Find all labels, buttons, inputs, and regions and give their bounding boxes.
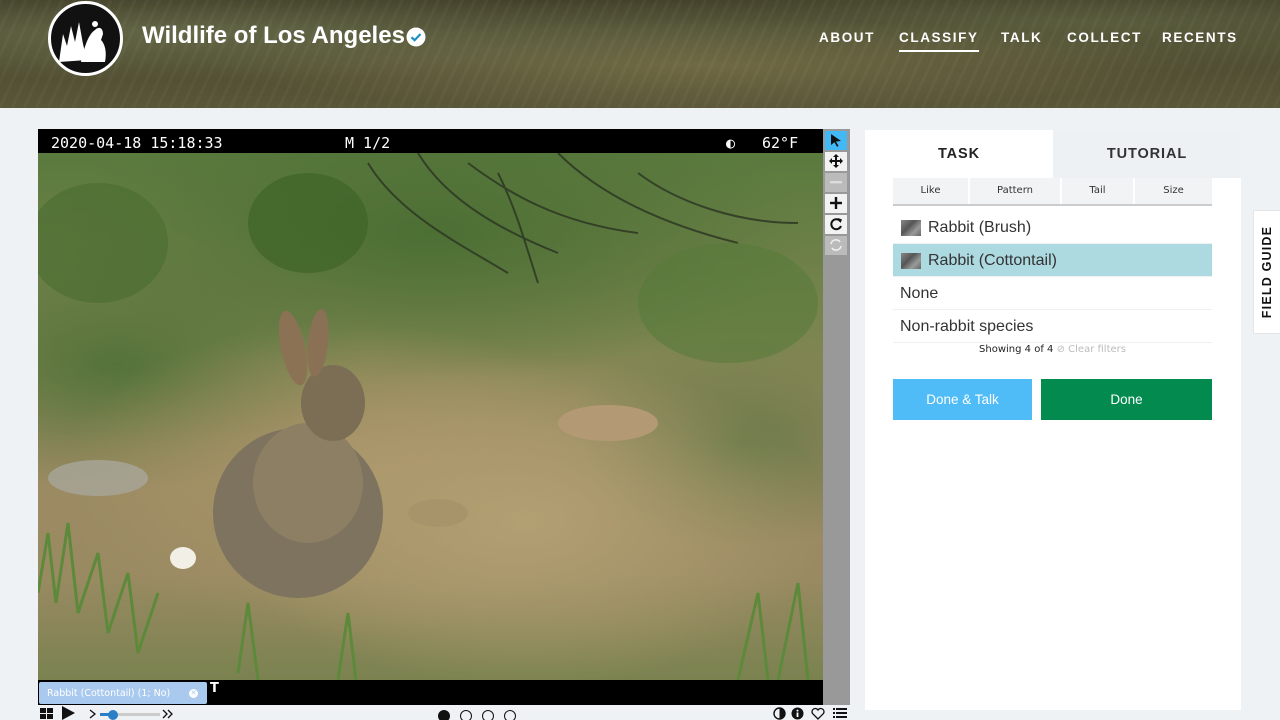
contrast-icon[interactable] — [773, 707, 786, 720]
nav-classify[interactable]: CLASSIFY — [899, 30, 979, 52]
frame-dot-1[interactable] — [438, 710, 450, 720]
list-icon[interactable] — [833, 707, 847, 720]
site-header: Wildlife of Los Angeles ABOUT CLASSIFY T… — [0, 0, 1280, 108]
reset-button[interactable] — [825, 236, 847, 255]
done-and-talk-button[interactable]: Done & Talk — [893, 379, 1032, 420]
pointer-tool-button[interactable] — [825, 131, 847, 150]
results-count: Showing 4 of 4 ⊘ Clear filters — [893, 344, 1212, 355]
close-icon[interactable]: ✕ — [189, 689, 198, 698]
move-tool-button[interactable] — [825, 152, 847, 171]
choice-label: Rabbit (Brush) — [928, 219, 1032, 236]
subject-viewer[interactable]: 2020-04-18 15:18:33 M 1/2 ◐ 62°F T — [38, 129, 823, 705]
ban-icon: ⊘ — [1056, 344, 1065, 355]
speed-slider[interactable] — [100, 710, 160, 720]
choice-label: Non-rabbit species — [900, 318, 1034, 335]
reset-icon — [830, 239, 842, 251]
showing-text: Showing 4 of 4 — [979, 344, 1054, 355]
main-nav: ABOUT CLASSIFY TALK COLLECT RECENTS — [0, 30, 1280, 60]
nav-collect[interactable]: COLLECT — [1067, 30, 1142, 45]
grid-icon[interactable] — [40, 708, 54, 720]
camera-info-bar: 2020-04-18 15:18:33 M 1/2 ◐ 62°F — [38, 129, 823, 153]
temperature: 62°F — [762, 134, 799, 152]
nav-recents[interactable]: RECENTS — [1162, 30, 1238, 45]
nav-talk[interactable]: TALK — [1001, 30, 1042, 45]
camera-trap-photo[interactable] — [38, 152, 823, 681]
move-icon — [829, 154, 843, 168]
timestamp: 2020-04-18 15:18:33 — [51, 134, 223, 152]
marked-subject-tag[interactable]: Rabbit (Cottontail) (1; No) ✕ — [39, 682, 207, 704]
speed-up-icon[interactable] — [162, 709, 174, 719]
clear-filters-link[interactable]: ⊘ Clear filters — [1057, 344, 1126, 355]
filter-size-button[interactable]: Size — [1135, 178, 1212, 204]
done-button[interactable]: Done — [1041, 379, 1212, 420]
speed-down-icon[interactable] — [88, 709, 98, 719]
frame-dot-2[interactable] — [460, 710, 472, 720]
zoom-in-button[interactable] — [825, 194, 847, 213]
slider-handle[interactable] — [108, 710, 118, 720]
choice-rabbit-cottontail[interactable]: Rabbit (Cottontail) — [893, 244, 1212, 277]
rotate-icon — [830, 218, 842, 231]
choice-thumbnail — [901, 253, 921, 269]
filter-pattern-button[interactable]: Pattern — [970, 178, 1062, 204]
frame-counter: M 1/2 — [345, 134, 391, 152]
viewer-controls — [38, 705, 850, 720]
choice-non-rabbit[interactable]: Non-rabbit species — [893, 310, 1212, 343]
choice-none[interactable]: None — [893, 277, 1212, 310]
task-panel: TASK TUTORIAL Like Pattern Tail Size Rab… — [865, 130, 1241, 710]
frame-dot-3[interactable] — [482, 710, 494, 720]
choice-rabbit-brush[interactable]: Rabbit (Brush) — [893, 211, 1212, 244]
choice-label: None — [900, 285, 939, 302]
nav-about[interactable]: ABOUT — [819, 30, 875, 45]
tab-tutorial[interactable]: TUTORIAL — [1053, 130, 1241, 178]
zoom-out-button[interactable] — [825, 173, 847, 192]
choice-thumbnail — [901, 220, 921, 236]
image-toolbar — [823, 129, 850, 705]
field-guide-label: FIELD GUIDE — [1260, 225, 1274, 319]
minus-icon — [830, 181, 842, 184]
pointer-icon — [831, 134, 841, 147]
rotate-button[interactable] — [825, 215, 847, 234]
filter-tail-button[interactable]: Tail — [1062, 178, 1135, 204]
filter-bar: Like Pattern Tail Size — [893, 178, 1212, 206]
clear-filters-label: Clear filters — [1068, 344, 1126, 355]
photo-scene — [38, 152, 818, 681]
field-guide-tab[interactable]: FIELD GUIDE — [1253, 210, 1280, 334]
tab-task[interactable]: TASK — [865, 130, 1053, 178]
frame-dot-4[interactable] — [504, 710, 516, 720]
photo-footer-text: T — [210, 681, 219, 696]
heart-icon[interactable] — [811, 707, 825, 720]
moon-phase-icon: ◐ — [726, 134, 736, 152]
subject-tag-label: Rabbit (Cottontail) (1; No) — [47, 688, 171, 699]
play-icon[interactable] — [60, 706, 76, 720]
filter-like-button[interactable]: Like — [893, 178, 970, 204]
info-icon[interactable] — [791, 707, 804, 720]
plus-icon — [830, 197, 842, 209]
choice-label: Rabbit (Cottontail) — [928, 252, 1057, 269]
